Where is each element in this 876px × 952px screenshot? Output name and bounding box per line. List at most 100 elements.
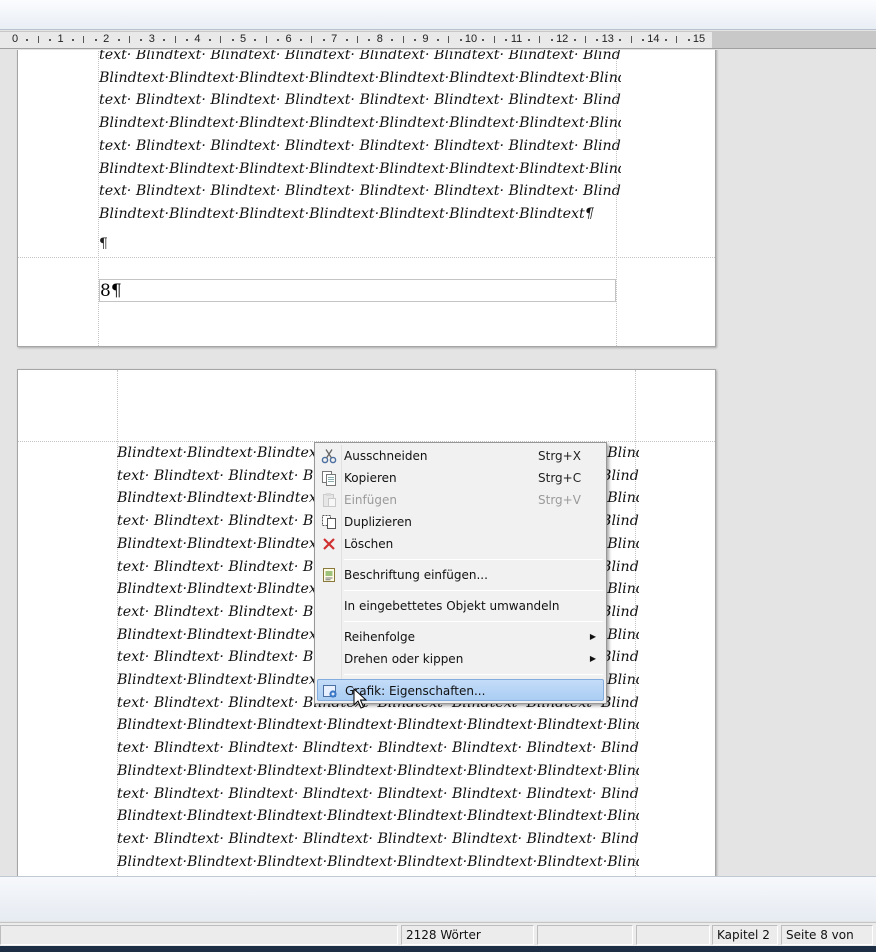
ruler-tick	[83, 36, 85, 43]
ruler-tick	[676, 36, 678, 43]
menu-item-convert-embedded[interactable]: In eingebettetes Objekt umwandeln	[317, 595, 604, 617]
text-line[interactable]: text· Blindtext· Blindtext· Blindtext· B…	[99, 135, 621, 158]
toolbar-area	[0, 0, 876, 30]
menu-item-label: Einfügen	[344, 493, 397, 507]
ruler-tick	[402, 36, 404, 43]
menu-item-shortcut: Strg+X	[538, 449, 581, 463]
menu-item-label: Beschriftung einfügen...	[344, 568, 488, 582]
menu-item-label: Drehen oder kippen	[344, 652, 464, 666]
ruler-tick	[528, 39, 530, 41]
menu-item-label: Duplizieren	[344, 515, 412, 529]
ruler-number: 7	[331, 33, 338, 45]
ruler-tick	[619, 39, 622, 41]
ruler-number: 10	[464, 33, 478, 45]
status-empty-field	[636, 925, 710, 945]
ruler-tick	[37, 36, 39, 43]
ruler-tick	[117, 39, 120, 41]
ruler-tick	[391, 39, 394, 41]
delete-icon	[321, 536, 337, 552]
taskbar	[0, 946, 876, 952]
menu-item-cut[interactable]: Ausschneiden Strg+X	[317, 445, 604, 467]
ruler-tick	[300, 39, 302, 41]
menu-separator	[344, 674, 603, 675]
status-empty-field	[537, 925, 633, 945]
menu-item-rotate-flip[interactable]: Drehen oder kippen ▶	[317, 648, 604, 670]
menu-item-insert-caption[interactable]: Beschriftung einfügen...	[317, 564, 604, 586]
page-8[interactable]: text· Blindtext· Blindtext· Blindtext· B…	[17, 50, 716, 347]
ruler-tick	[482, 39, 485, 41]
ruler-tick	[345, 39, 348, 41]
text-line[interactable]: text· Blindtext· Blindtext· Blindtext· B…	[117, 783, 639, 806]
ruler-tick	[254, 39, 257, 41]
ruler-tick	[72, 39, 74, 41]
ruler-number: 6	[285, 33, 292, 45]
ruler-tick	[174, 36, 176, 43]
menu-separator	[344, 590, 603, 591]
ruler-number: 13	[601, 33, 614, 45]
ruler-number: 11	[510, 33, 523, 45]
ruler-tick	[436, 39, 439, 41]
text-line[interactable]: Blindtext·Blindtext·Blindtext·Blindtext·…	[99, 67, 621, 90]
menu-item-shortcut: Strg+C	[538, 471, 582, 485]
ruler-number: 12	[556, 33, 569, 45]
ruler-tick	[220, 36, 222, 43]
status-bar: 2128 Wörter Kapitel 2 Seite 8 von 17	[0, 922, 876, 952]
ruler-tick	[129, 36, 130, 43]
word-count[interactable]: 2128 Wörter	[401, 925, 534, 945]
ruler-tick	[630, 36, 632, 43]
text-line[interactable]: Blindtext·Blindtext·Blindtext·Blindtext·…	[99, 158, 621, 181]
footer-guide	[18, 257, 715, 258]
menu-separator	[344, 621, 603, 622]
scissors-icon	[321, 448, 337, 464]
menu-item-label: In eingebettetes Objekt umwandeln	[344, 599, 560, 613]
footer-frame[interactable]: 8¶	[99, 279, 616, 302]
ruler-number: 9	[422, 33, 429, 45]
ruler-number: 0	[11, 33, 19, 45]
menu-item-label: Kopieren	[344, 471, 397, 485]
ruler-tick	[493, 36, 495, 43]
ruler-number: 8	[376, 33, 383, 45]
ruler-tick	[163, 39, 166, 41]
ruler-number: 5	[239, 33, 247, 45]
text-line[interactable]: text· Blindtext· Blindtext· Blindtext· B…	[117, 828, 639, 851]
status-empty-field	[0, 925, 398, 945]
menu-item-arrange[interactable]: Reihenfolge ▶	[317, 626, 604, 648]
text-line[interactable]: Blindtext·Blindtext·Blindtext·Blindtext·…	[99, 203, 621, 226]
menu-item-label: Löschen	[344, 537, 394, 551]
text-line[interactable]: Blindtext·Blindtext·Blindtext·Blindtext·…	[117, 714, 639, 737]
menu-item-duplicate[interactable]: Duplizieren	[317, 511, 604, 533]
ruler-number: 2	[103, 33, 110, 45]
menu-item-paste: Einfügen Strg+V	[317, 489, 604, 511]
page-indicator[interactable]: Seite 8 von 17	[781, 925, 873, 952]
ruler-number: 15	[692, 33, 706, 45]
ruler-number: 4	[194, 33, 201, 45]
ruler-tick	[26, 39, 29, 41]
caption-icon	[321, 567, 337, 583]
text-line[interactable]: text· Blindtext· Blindtext· Blindtext· B…	[117, 737, 639, 760]
ruler-tick	[208, 39, 211, 41]
menu-item-label: Ausschneiden	[344, 449, 428, 463]
chapter-indicator[interactable]: Kapitel 2	[712, 925, 778, 945]
empty-paragraph-mark: ¶	[99, 236, 108, 252]
text-line[interactable]: text· Blindtext· Blindtext· Blindtext· B…	[99, 89, 621, 112]
menu-item-copy[interactable]: Kopieren Strg+C	[317, 467, 604, 489]
menu-item-delete[interactable]: Löschen	[317, 533, 604, 555]
ruler-tick	[664, 39, 667, 41]
context-menu[interactable]: Ausschneiden Strg+X Kopieren Strg+C Einf…	[314, 442, 607, 704]
text-line[interactable]: Blindtext·Blindtext·Blindtext·Blindtext·…	[117, 760, 639, 783]
text-line[interactable]: text· Blindtext· Blindtext· Blindtext· B…	[99, 180, 621, 203]
horizontal-ruler[interactable]: 0 1 2 3 4 5 6 7 8 9 10 11 12 13 14 15	[0, 31, 876, 49]
text-line[interactable]: text· Blindtext· Blindtext· Blindtext· B…	[99, 50, 621, 67]
submenu-arrow-icon: ▶	[589, 654, 596, 663]
ruler-number: 3	[148, 33, 155, 45]
mouse-pointer-icon	[353, 688, 367, 709]
text-line[interactable]: Blindtext·Blindtext·Blindtext·Blindtext·…	[99, 112, 621, 135]
menu-item-shortcut: Strg+V	[538, 493, 581, 507]
text-line[interactable]: Blindtext·Blindtext·Blindtext·Blindtext·…	[117, 805, 639, 828]
text-line[interactable]: Blindtext·Blindtext·Blindtext·Blindtext·…	[117, 851, 639, 874]
copy-icon	[321, 470, 337, 486]
ruler-number: 14	[647, 33, 660, 45]
paste-icon	[321, 492, 337, 508]
ruler-tick	[539, 36, 541, 43]
image-properties-icon	[322, 683, 338, 699]
